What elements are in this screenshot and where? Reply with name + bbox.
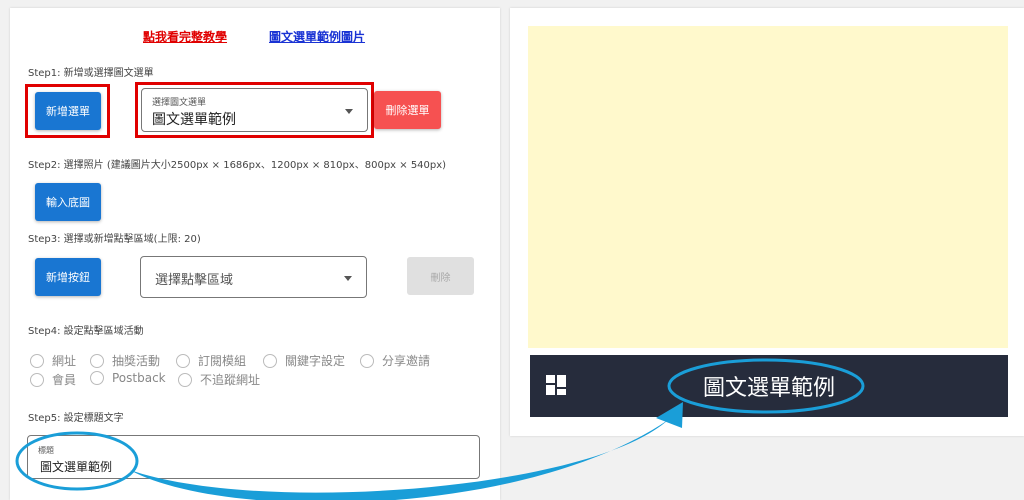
activity-option-lottery[interactable]: 抽獎活動	[90, 352, 160, 369]
activity-option-subscription[interactable]: 訂閱模組	[176, 352, 246, 369]
menu-select[interactable]: 選擇圖文選單 圖文選單範例	[141, 88, 368, 132]
activity-option-share-invite[interactable]: 分享邀請	[360, 352, 430, 369]
step3-label: Step3: 選擇或新增點擊區域(上限: 20)	[28, 234, 201, 245]
delete-menu-button[interactable]: 刪除選單	[374, 91, 441, 129]
radio-circle-icon	[360, 353, 374, 368]
page-root: 點我看完整教學 圖文選單範例圖片 Step1: 新增或選擇圖文選單 新增選單 選…	[0, 0, 1024, 500]
radio-circle-icon	[176, 353, 190, 368]
rich-menu-image-area	[528, 26, 1008, 348]
step5-label: Step5: 設定標題文字	[28, 413, 124, 424]
click-area-select-placeholder: 選擇點擊區域	[155, 273, 234, 288]
activity-option-keyword[interactable]: 關鍵字設定	[263, 352, 345, 369]
radio-circle-icon	[90, 353, 104, 368]
chevron-down-icon	[344, 276, 352, 281]
delete-click-area-button[interactable]: 刪除	[407, 257, 474, 295]
rich-menu-title: 圖文選單範例	[702, 376, 835, 401]
radio-circle-icon	[178, 372, 192, 387]
click-area-select[interactable]: 選擇點擊區域	[140, 256, 367, 298]
radio-circle-icon	[263, 353, 277, 368]
menu-select-label: 選擇圖文選單	[152, 98, 207, 108]
step1-label: Step1: 新增或選擇圖文選單	[28, 68, 154, 79]
activity-option-untracked-url[interactable]: 不追蹤網址	[178, 371, 260, 388]
title-input-label: 標題	[38, 446, 54, 455]
menu-select-value: 圖文選單範例	[152, 112, 236, 128]
radio-circle-icon	[30, 372, 44, 387]
add-menu-button[interactable]: 新增選單	[35, 92, 101, 130]
radio-circle-icon	[90, 371, 104, 385]
activity-option-url[interactable]: 網址	[30, 352, 76, 369]
title-input[interactable]: 標題 圖文選單範例	[27, 435, 480, 479]
title-input-value: 圖文選單範例	[40, 460, 113, 474]
activity-option-member[interactable]: 會員	[30, 371, 76, 388]
step4-label: Step4: 設定點擊區域活動	[28, 326, 144, 337]
rich-menu-bar[interactable]: 圖文選單範例	[530, 355, 1008, 417]
add-click-area-button[interactable]: 新增按鈕	[35, 258, 101, 296]
preview-panel: 圖文選單範例	[510, 8, 1024, 436]
tutorial-link[interactable]: 點我看完整教學	[143, 28, 227, 45]
example-image-link[interactable]: 圖文選單範例圖片	[269, 28, 365, 45]
activity-option-postback[interactable]: Postback	[90, 371, 166, 385]
upload-background-button[interactable]: 輸入底圖	[35, 183, 101, 221]
step2-label: Step2: 選擇照片 (建議圖片大小2500px × 1686px、1200p…	[28, 160, 447, 171]
chevron-down-icon	[345, 109, 353, 114]
settings-panel: 點我看完整教學 圖文選單範例圖片 Step1: 新增或選擇圖文選單 新增選單 選…	[10, 8, 500, 500]
radio-circle-icon	[30, 353, 44, 368]
